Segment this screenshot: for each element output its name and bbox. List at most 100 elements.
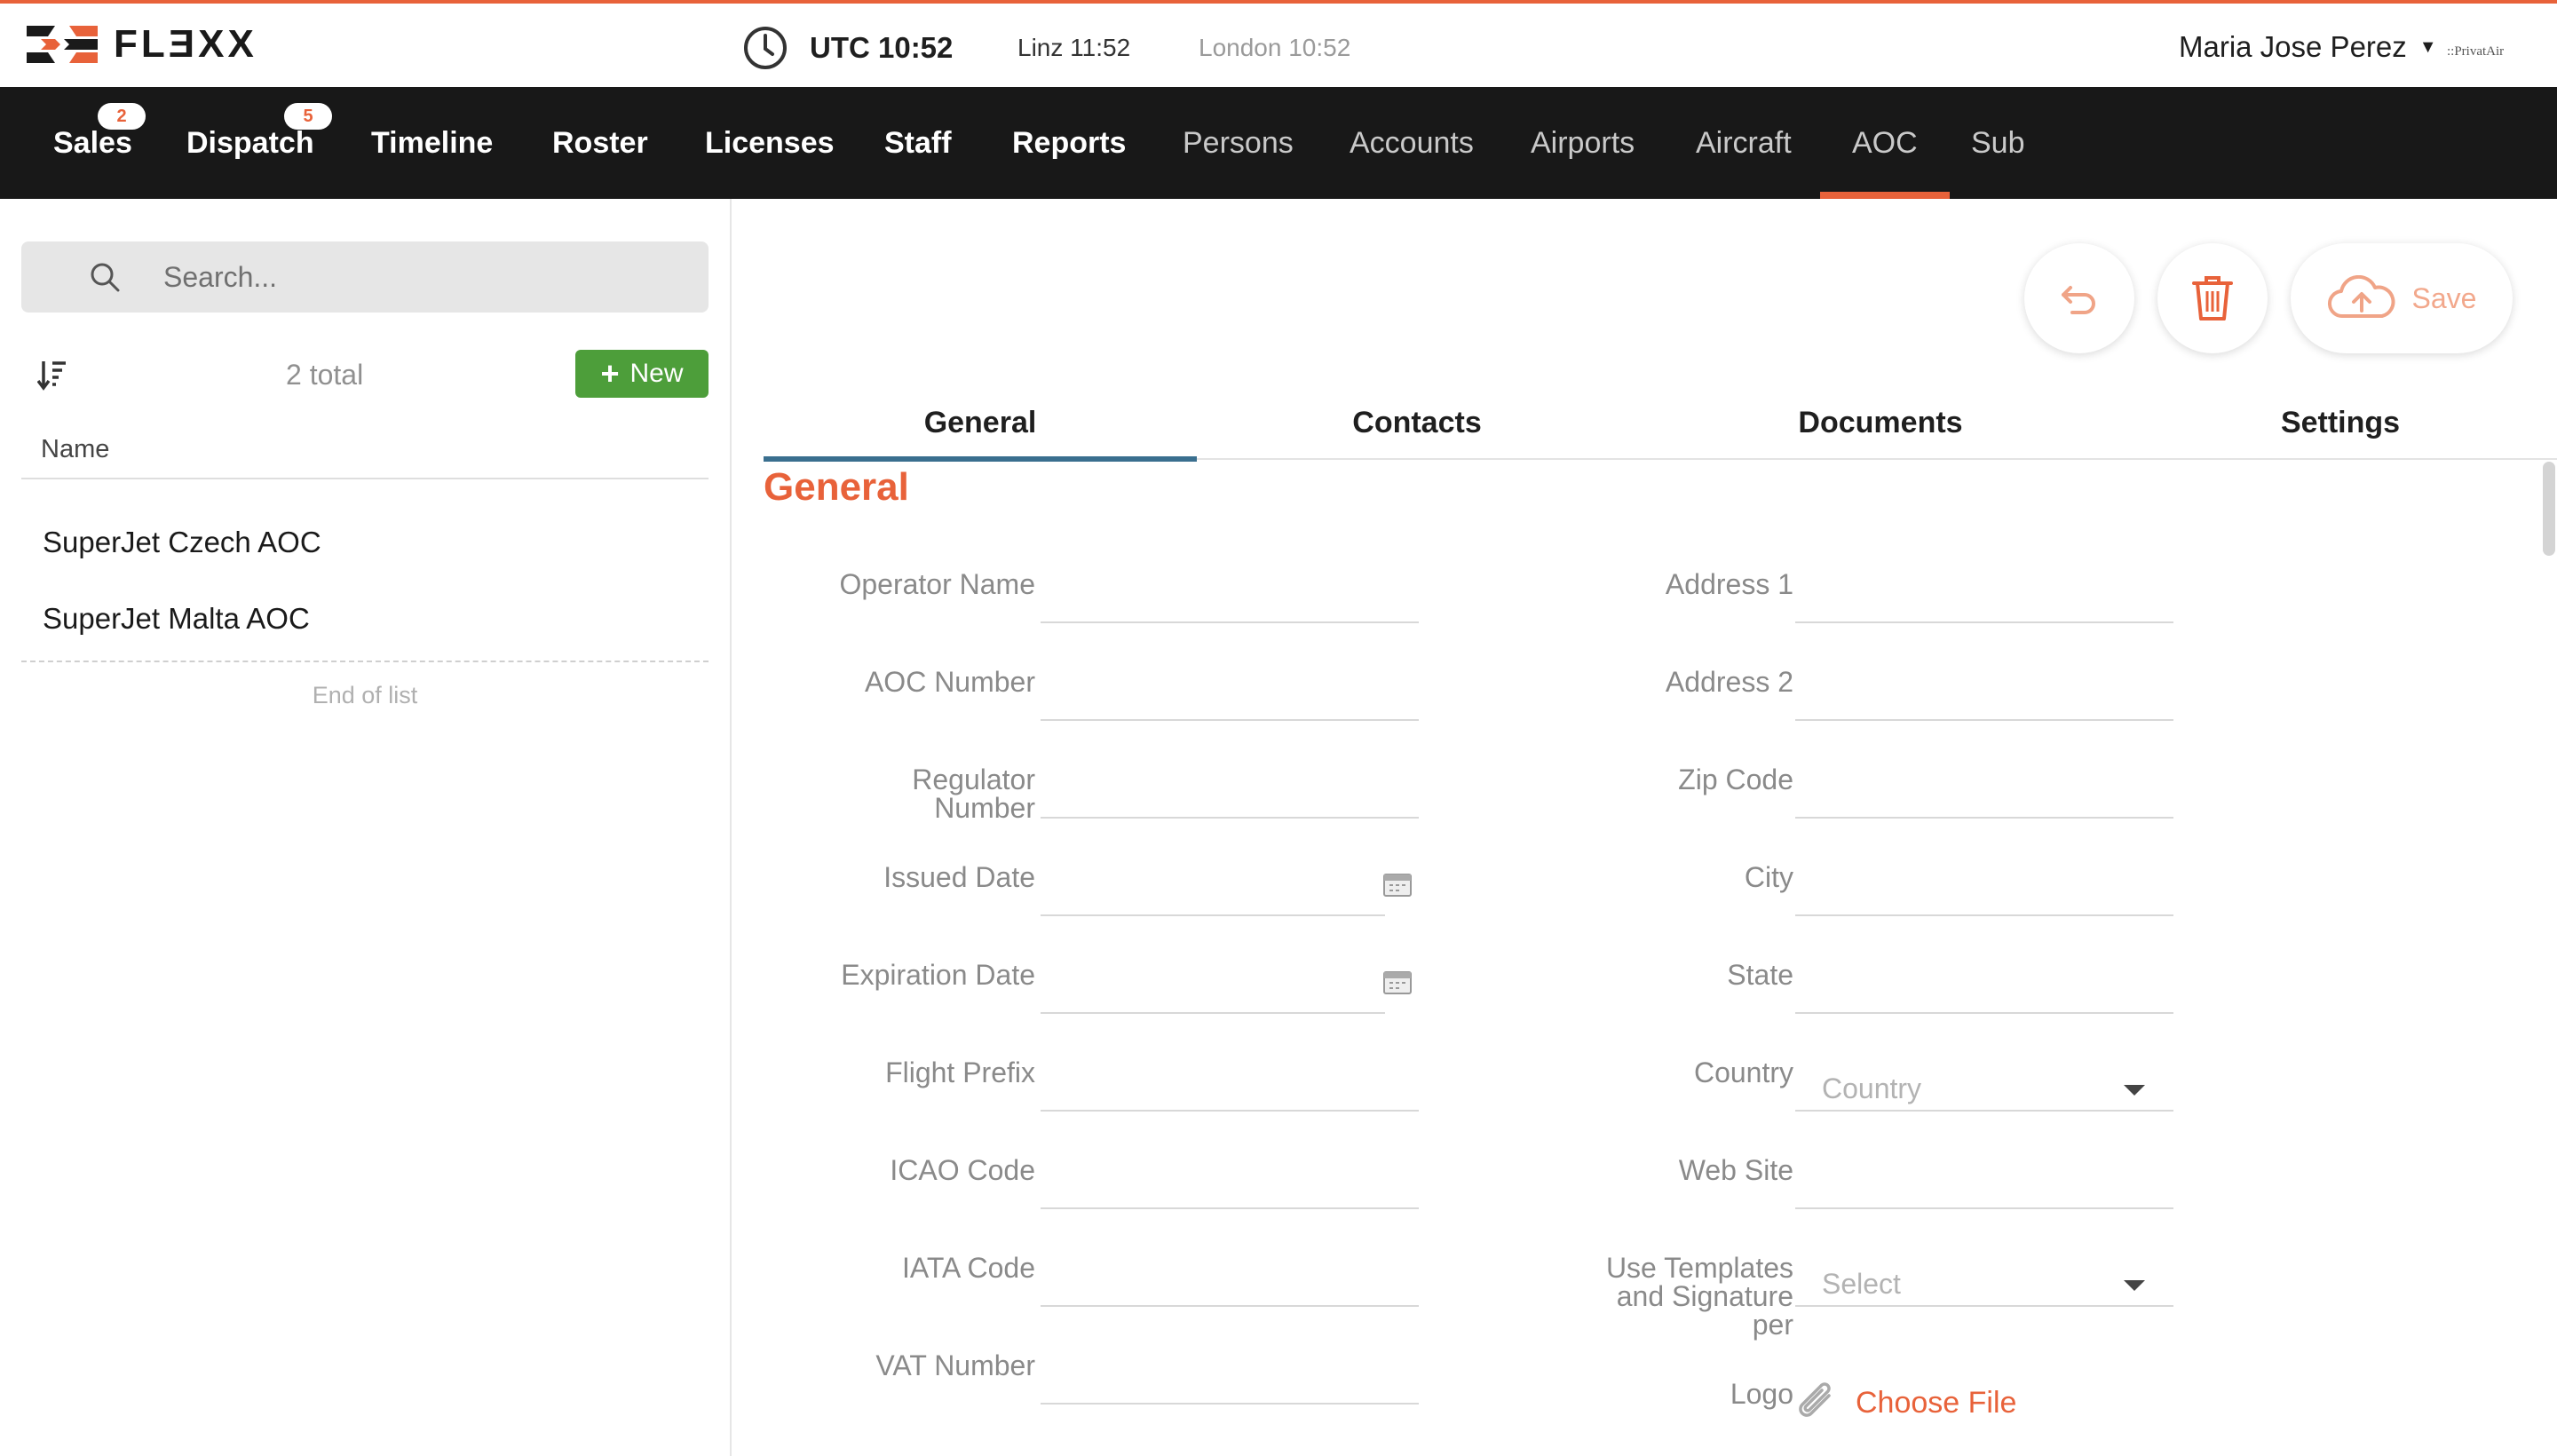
vat-number-input[interactable]: [1041, 1346, 1419, 1403]
country-select[interactable]: Country: [1795, 1053, 2173, 1112]
regulator-number-field[interactable]: [1041, 760, 1419, 819]
nav-persons[interactable]: Persons: [1183, 87, 1294, 199]
expiration-date-input[interactable]: [1041, 955, 1385, 1012]
search-input[interactable]: [163, 252, 661, 302]
nav-sub[interactable]: Sub: [1971, 87, 2025, 199]
company-logo: ::PrivatAir: [2447, 44, 2505, 59]
nav-sales[interactable]: Sales 2: [53, 87, 146, 199]
local-time: Linz 11:52: [1017, 34, 1131, 61]
expiration-date-field[interactable]: [1041, 955, 1385, 1014]
main-nav: Sales 2 Dispatch 5 Timeline Roster Licen…: [0, 87, 2557, 199]
web-site-field[interactable]: [1795, 1151, 2173, 1209]
nav-label: Licenses: [705, 125, 835, 160]
list-item[interactable]: SuperJet Malta AOC: [43, 602, 310, 636]
flexx-logo-icon: [27, 26, 98, 63]
app-logo[interactable]: FLƎXX: [25, 21, 257, 67]
label-line: Number: [934, 792, 1035, 824]
issued-date-input[interactable]: [1041, 858, 1385, 914]
nav-airports[interactable]: Airports: [1531, 87, 1635, 199]
trash-icon: [2192, 276, 2233, 320]
new-button-label: New: [629, 359, 684, 388]
list-item[interactable]: SuperJet Czech AOC: [43, 526, 321, 559]
nav-aoc[interactable]: AOC: [1820, 87, 1950, 199]
nav-dispatch[interactable]: Dispatch 5: [186, 87, 332, 199]
nav-staff[interactable]: Staff: [884, 87, 952, 199]
cloud-upload-icon: [2327, 275, 2395, 319]
iata-code-input[interactable]: [1041, 1248, 1419, 1305]
state-input[interactable]: [1795, 955, 2173, 1012]
operator-name-input[interactable]: [1041, 565, 1419, 621]
logo-text: FLƎXX: [114, 22, 257, 66]
label-line: Regulator: [912, 764, 1035, 795]
caret-down-icon: ▼: [2418, 36, 2437, 57]
tab-settings[interactable]: Settings: [2124, 385, 2557, 460]
user-menu[interactable]: Maria Jose Perez ▼: [2179, 30, 2437, 64]
tab-documents[interactable]: Documents: [1637, 385, 2124, 460]
end-of-list-text: End of list: [312, 682, 418, 708]
issued-date-field[interactable]: [1041, 858, 1385, 916]
iata-code-field[interactable]: [1041, 1248, 1419, 1307]
zip-code-input[interactable]: [1795, 760, 2173, 817]
city-input[interactable]: [1795, 858, 2173, 914]
tab-contacts[interactable]: Contacts: [1197, 385, 1637, 460]
city-field[interactable]: [1795, 858, 2173, 916]
regulator-number-input[interactable]: [1041, 760, 1419, 817]
calendar-icon[interactable]: [1383, 872, 1412, 897]
flight-prefix-label: Flight Prefix: [885, 1056, 1035, 1088]
address2-input[interactable]: [1795, 662, 2173, 719]
scrollbar[interactable]: [2543, 462, 2555, 556]
undo-button[interactable]: [2024, 243, 2134, 353]
save-button[interactable]: Save: [2291, 243, 2513, 353]
address1-input[interactable]: [1795, 565, 2173, 621]
aoc-detail-panel: Save General Contacts Documents Settings…: [733, 199, 2557, 1456]
vat-number-field[interactable]: [1041, 1346, 1419, 1405]
aoc-number-field[interactable]: [1041, 662, 1419, 721]
undo-icon: [2062, 286, 2095, 314]
choose-file-label: Choose File: [1856, 1385, 2017, 1420]
nav-reports[interactable]: Reports: [1012, 87, 1126, 199]
zip-code-field[interactable]: [1795, 760, 2173, 819]
nav-timeline[interactable]: Timeline: [371, 87, 493, 199]
nav-accounts[interactable]: Accounts: [1350, 87, 1474, 199]
notification-badge: 2: [98, 103, 146, 130]
nav-licenses[interactable]: Licenses: [705, 87, 835, 199]
dropdown-arrow-icon: [2124, 1280, 2145, 1291]
nav-label: AOC: [1852, 125, 1918, 160]
total-count: 2 total: [286, 359, 364, 391]
label-line: Use Templates: [1605, 1252, 1793, 1284]
country-label: Country: [1693, 1056, 1793, 1088]
icao-code-field[interactable]: [1041, 1151, 1419, 1209]
web-site-input[interactable]: [1795, 1151, 2173, 1207]
name-column-header[interactable]: Name: [21, 435, 709, 479]
delete-button[interactable]: [2157, 243, 2268, 353]
address2-field[interactable]: [1795, 662, 2173, 721]
end-of-list: End of list: [21, 661, 709, 709]
aoc-number-input[interactable]: [1041, 662, 1419, 719]
save-label: Save: [2411, 281, 2477, 314]
calendar-icon[interactable]: [1383, 969, 1412, 994]
operator-name-field[interactable]: [1041, 565, 1419, 623]
flight-prefix-field[interactable]: [1041, 1053, 1419, 1112]
web-site-label: Web Site: [1678, 1154, 1793, 1186]
address1-field[interactable]: [1795, 565, 2173, 623]
sort-icon[interactable]: [37, 359, 67, 391]
flight-prefix-input[interactable]: [1041, 1053, 1419, 1110]
issued-date-label: Issued Date: [883, 861, 1035, 893]
state-field[interactable]: [1795, 955, 2173, 1014]
nav-label: Aircraft: [1696, 125, 1792, 160]
country-placeholder: Country: [1822, 1072, 1922, 1104]
section-title: General: [764, 465, 909, 509]
tab-general[interactable]: General: [764, 385, 1197, 462]
label-line: per: [1752, 1309, 1793, 1341]
expiration-date-label: Expiration Date: [841, 959, 1035, 991]
state-label: State: [1727, 959, 1793, 991]
icao-code-input[interactable]: [1041, 1151, 1419, 1207]
choose-file-button[interactable]: Choose File: [1795, 1380, 2016, 1426]
nav-roster[interactable]: Roster: [552, 87, 648, 199]
search-box[interactable]: [21, 241, 709, 313]
address1-label: Address 1: [1665, 568, 1793, 600]
new-aoc-button[interactable]: + New: [575, 350, 709, 398]
use-templates-select[interactable]: Select: [1795, 1248, 2173, 1307]
nav-label: Persons: [1183, 125, 1294, 160]
nav-aircraft[interactable]: Aircraft: [1696, 87, 1792, 199]
